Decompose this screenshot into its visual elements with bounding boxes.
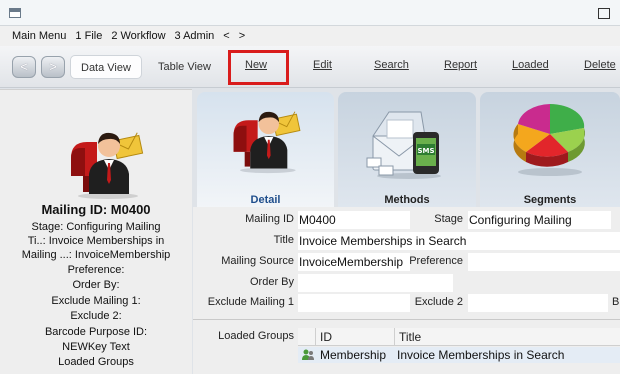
- menu-workflow[interactable]: 2 Workflow: [111, 30, 165, 42]
- report-button[interactable]: Report: [444, 59, 477, 71]
- group-icon: [302, 349, 314, 360]
- summary-mailing-source: Mailing ...: InvoiceMembership: [21, 249, 171, 261]
- table-view-button[interactable]: Table View: [148, 55, 221, 79]
- header-icon-column: [298, 328, 316, 346]
- summary-barcode-purpose: Barcode Purpose ID:: [44, 326, 148, 338]
- record-summary-panel: Mailing ID: M0400 Stage: Configuring Mai…: [0, 89, 192, 374]
- delete-button-label: Delete: [584, 59, 616, 71]
- summary-preference: Preference:: [67, 264, 125, 276]
- summary-newkey: NEWKey Text: [62, 341, 130, 353]
- title-field[interactable]: Invoice Memberships in Search: [298, 232, 620, 250]
- tab-methods-label: Methods: [384, 194, 430, 206]
- barcode-label-partial: B: [612, 296, 620, 308]
- menu-main[interactable]: Main Menu: [12, 30, 66, 42]
- detail-form: Mailing ID M0400 Stage Configuring Maili…: [193, 207, 620, 374]
- summary-order-by: Order By:: [72, 279, 120, 291]
- divider: [193, 319, 620, 320]
- order-by-field[interactable]: [298, 274, 453, 292]
- summary-exclude-mailing-1: Exclude Mailing 1:: [51, 295, 141, 307]
- window-titlebar: [0, 0, 620, 26]
- tab-segments-label: Segments: [523, 194, 577, 206]
- tab-detail[interactable]: Detail: [197, 92, 334, 208]
- order-by-label: Order By: [249, 276, 294, 288]
- menu-back[interactable]: <: [223, 30, 229, 42]
- menu-bar: Main Menu 1 File 2 Workflow 3 Admin < >: [0, 26, 620, 46]
- report-button-label: Report: [444, 59, 478, 71]
- data-view-button[interactable]: Data View: [70, 55, 142, 79]
- menu-forward[interactable]: >: [239, 30, 245, 42]
- maximize-icon[interactable]: [596, 3, 612, 23]
- record-title: Mailing ID: M0400: [41, 202, 151, 217]
- tab-detail-label: Detail: [250, 194, 281, 206]
- tab-segments[interactable]: Segments: [480, 92, 620, 208]
- loaded-groups-header: ID Title: [298, 328, 620, 346]
- mailbox-person-icon: [71, 132, 144, 199]
- delete-button[interactable]: Delete: [584, 59, 616, 71]
- loaded-button-label: Loaded: [512, 59, 549, 71]
- menu-admin[interactable]: 3 Admin: [175, 30, 215, 42]
- tab-strip: Detail SMS Methods Segments: [193, 89, 620, 208]
- tab-methods[interactable]: SMS Methods: [338, 92, 476, 208]
- row-id: Membership: [320, 348, 387, 362]
- stage-field[interactable]: Configuring Mailing: [468, 211, 611, 229]
- mailbox-person-icon: [233, 111, 300, 174]
- header-title[interactable]: Title: [394, 328, 421, 346]
- search-button[interactable]: Search: [374, 59, 409, 71]
- title-label: Title: [273, 234, 294, 246]
- preference-label: Preference: [409, 255, 463, 267]
- summary-title: Ti..: Invoice Memberships in: [27, 235, 165, 247]
- app-window-icon: [9, 8, 21, 18]
- toolbar: < > Data View Table View New Edit Search…: [0, 46, 620, 88]
- header-id[interactable]: ID: [320, 328, 332, 346]
- search-button-label: Search: [374, 59, 409, 71]
- loaded-groups-label: Loaded Groups: [218, 330, 294, 342]
- forward-button[interactable]: >: [41, 56, 65, 78]
- loaded-button[interactable]: Loaded: [512, 59, 549, 71]
- mail-phone-sms-icon: SMS: [366, 111, 441, 179]
- row-title: Invoice Memberships in Search: [397, 348, 565, 362]
- menu-file[interactable]: 1 File: [75, 30, 102, 42]
- summary-stage: Stage: Configuring Mailing: [31, 221, 161, 233]
- exclude-2-field[interactable]: [468, 294, 608, 312]
- summary-loaded-groups: Loaded Groups: [58, 356, 134, 368]
- edit-button-label: Edit: [313, 59, 332, 71]
- table-row[interactable]: Membership Invoice Memberships in Search: [298, 347, 620, 363]
- exclude-2-label: Exclude 2: [414, 296, 463, 308]
- svg-text:SMS: SMS: [417, 147, 434, 155]
- new-button-highlight: [228, 50, 289, 85]
- pie-chart-icon: [513, 103, 585, 176]
- back-button[interactable]: <: [12, 56, 36, 78]
- preference-field[interactable]: [468, 253, 620, 271]
- stage-label: Stage: [434, 213, 463, 225]
- edit-button[interactable]: Edit: [313, 59, 332, 71]
- summary-exclude-2: Exclude 2:: [70, 310, 122, 322]
